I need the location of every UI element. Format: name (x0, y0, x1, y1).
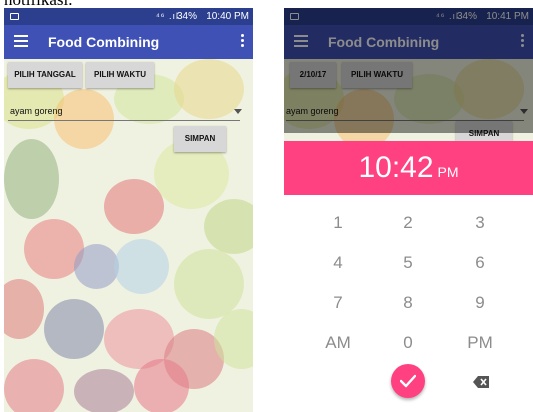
numpad-key-pm[interactable]: PM (450, 328, 510, 358)
numpad-key-8[interactable]: 8 (378, 288, 438, 318)
pick-time-button[interactable]: PILIH WAKTU (86, 62, 154, 88)
more-vert-icon[interactable] (241, 34, 245, 49)
dropdown-arrow-icon[interactable] (234, 109, 242, 114)
numpad-key-3[interactable]: 3 (450, 208, 510, 238)
numpad-key-6[interactable]: 6 (450, 248, 510, 278)
status-bar: ⁴⁶ .ıl 34% 10:40 PM (4, 8, 253, 25)
dialog-scrim[interactable] (284, 8, 533, 133)
fruit-background: PILIH TANGGAL PILIH WAKTU ayam goreng SI… (4, 59, 253, 412)
signal-icon: ⁴⁶ .ıl (155, 11, 179, 21)
numpad-key-2[interactable]: 2 (378, 208, 438, 238)
check-icon (400, 374, 416, 388)
pick-date-button[interactable]: PILIH TANGGAL (8, 62, 82, 88)
phone-screen-left: ⁴⁶ .ıl 34% 10:40 PM Food Combining PILIH… (4, 8, 253, 412)
phone-screen-right: ⁴⁶ .ıl 34% 10:41 PM Food Combining 2/10/… (284, 8, 533, 412)
app-bar: Food Combining (4, 25, 253, 59)
picker-ampm-display[interactable]: PM (438, 164, 459, 180)
backspace-button[interactable] (473, 375, 489, 393)
numpad-key-4[interactable]: 4 (308, 248, 368, 278)
numpad-key-5[interactable]: 5 (378, 248, 438, 278)
app-title: Food Combining (48, 34, 160, 50)
numpad-key-1[interactable]: 1 (308, 208, 368, 238)
notification-icon (10, 13, 19, 20)
numpad-key-9[interactable]: 9 (450, 288, 510, 318)
backspace-icon (473, 376, 489, 388)
battery-level: 34% (176, 11, 197, 22)
save-button[interactable]: SIMPAN (174, 126, 226, 152)
hamburger-icon[interactable] (14, 35, 28, 47)
numpad-key-am[interactable]: AM (308, 328, 368, 358)
status-time: 10:40 PM (206, 11, 249, 22)
numpad-key-7[interactable]: 7 (308, 288, 368, 318)
picker-time-display[interactable]: 10:42 (358, 151, 433, 184)
food-select-underline (8, 120, 240, 121)
confirm-button[interactable] (391, 364, 425, 398)
time-picker-numpad: 1 2 3 4 5 6 7 8 9 AM 0 PM (284, 195, 533, 412)
time-picker-header: 10:42 PM (284, 141, 533, 195)
numpad-key-0[interactable]: 0 (378, 328, 438, 358)
food-select-value[interactable]: ayam goreng (10, 106, 63, 116)
